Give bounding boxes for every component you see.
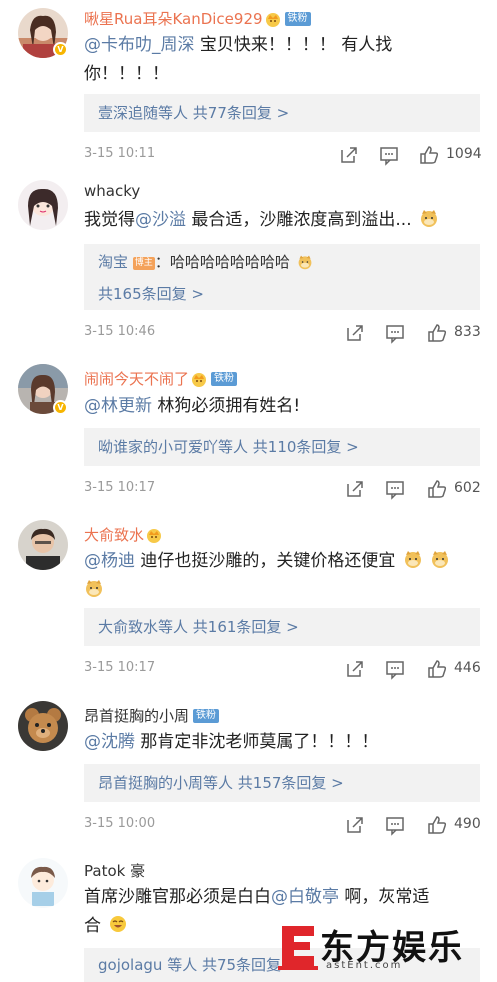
- avatar[interactable]: [18, 520, 68, 570]
- grin-emoji: [110, 916, 127, 932]
- logo-mark-icon: [278, 926, 318, 970]
- fan-badge: 铁粉: [284, 11, 311, 26]
- reply-summary[interactable]: 昂首挺胸的小周等人 共157条回复 >: [84, 764, 480, 802]
- share-icon[interactable]: [338, 144, 360, 166]
- comment-icon[interactable]: [384, 478, 406, 500]
- timestamp: 3-15 10:46: [84, 324, 156, 339]
- like-icon[interactable]: [418, 144, 440, 166]
- doge-emoji: [421, 210, 438, 227]
- crown-icon: [265, 12, 280, 27]
- comment-text: @杨迪 迪仔也挺沙雕的，关键价格还便宜: [84, 547, 484, 605]
- timestamp: 3-15 10:11: [84, 146, 156, 161]
- doge-emoji: [298, 255, 312, 270]
- reply-summary[interactable]: 大俞致水等人 共161条回复 >: [84, 608, 480, 646]
- like-count: 490: [454, 816, 481, 832]
- avatar[interactable]: [18, 180, 68, 230]
- like-count: 1094: [446, 146, 482, 162]
- avatar[interactable]: [18, 858, 68, 908]
- timestamp: 3-15 10:17: [84, 480, 156, 495]
- verified-icon: V: [53, 42, 68, 57]
- comment-icon[interactable]: [384, 814, 406, 836]
- comment-meta: 3-15 10:17 602: [84, 478, 481, 500]
- logo-url: astEnt.com: [326, 960, 403, 971]
- comment-meta: 3-15 10:11 1094: [84, 144, 482, 166]
- doge-emoji: [404, 551, 421, 568]
- crown-icon: [192, 372, 207, 387]
- crown-icon: [147, 528, 162, 543]
- avatar[interactable]: [18, 701, 68, 751]
- host-badge: 博主: [132, 257, 155, 270]
- comment-meta: 3-15 10:46 833: [84, 322, 481, 344]
- like-icon[interactable]: [426, 658, 448, 680]
- mention-link[interactable]: @卡布叻_周深: [84, 35, 195, 55]
- username[interactable]: 昂首挺胸的小周 铁粉: [84, 705, 220, 726]
- comment-icon[interactable]: [384, 658, 406, 680]
- like-count: 602: [454, 480, 481, 496]
- username[interactable]: 啾星Rua耳朵KanDice929 铁粉: [84, 8, 311, 29]
- comment-text: @沈腾 那肯定非沈老师莫属了！！！！: [84, 732, 379, 752]
- like-icon[interactable]: [426, 322, 448, 344]
- comment-icon[interactable]: [378, 144, 400, 166]
- reply-preview[interactable]: 淘宝 博主 ：哈哈哈哈哈哈哈哈 共165条回复 >: [84, 244, 480, 310]
- like-count: 446: [454, 660, 481, 676]
- fan-badge: 铁粉: [193, 708, 220, 723]
- doge-emoji: [432, 551, 449, 568]
- mention-link[interactable]: @沙溢: [135, 210, 186, 230]
- share-icon[interactable]: [344, 478, 366, 500]
- watermark-logo: 东方娱乐 astEnt.com: [278, 918, 474, 974]
- verified-icon: V: [53, 400, 68, 415]
- share-icon[interactable]: [344, 658, 366, 680]
- comment-text: @卡布叻_周深 宝贝快来！！！！ 有人找 你！！！！: [84, 35, 393, 84]
- mention-link[interactable]: @杨迪: [84, 551, 135, 571]
- mention-link[interactable]: @林更新: [84, 396, 152, 416]
- reply-count-link[interactable]: 共165条回复 >: [98, 278, 466, 310]
- fan-badge: 铁粉: [211, 371, 238, 386]
- like-icon[interactable]: [426, 478, 448, 500]
- mention-link[interactable]: @沈腾: [84, 732, 135, 752]
- comment-meta: 3-15 10:00 490: [84, 814, 481, 836]
- username[interactable]: 大俞致水: [84, 524, 162, 545]
- reply-summary[interactable]: 呦谁家的小可爱吖等人 共110条回复 >: [84, 428, 480, 466]
- doge-emoji: [86, 580, 102, 597]
- username[interactable]: whacky: [84, 182, 140, 200]
- comment-text: 我觉得@沙溢 最合适，沙雕浓度高到溢出...: [84, 206, 484, 235]
- comment-meta: 3-15 10:17 446: [84, 658, 481, 680]
- timestamp: 3-15 10:17: [84, 660, 156, 675]
- username[interactable]: 闹闹今天不闹了 铁粉: [84, 368, 238, 389]
- share-icon[interactable]: [344, 322, 366, 344]
- username[interactable]: Patok 豪: [84, 860, 145, 881]
- share-icon[interactable]: [344, 814, 366, 836]
- reply-summary[interactable]: 壹深追随等人 共77条回复 >: [84, 94, 480, 132]
- timestamp: 3-15 10:00: [84, 816, 156, 831]
- like-count: 833: [454, 324, 481, 340]
- mention-link[interactable]: @白敬亭: [271, 887, 339, 907]
- reply-username[interactable]: 淘宝: [98, 253, 128, 271]
- comment-icon[interactable]: [384, 322, 406, 344]
- like-icon[interactable]: [426, 814, 448, 836]
- comment-text: @林更新 林狗必须拥有姓名!: [84, 396, 301, 416]
